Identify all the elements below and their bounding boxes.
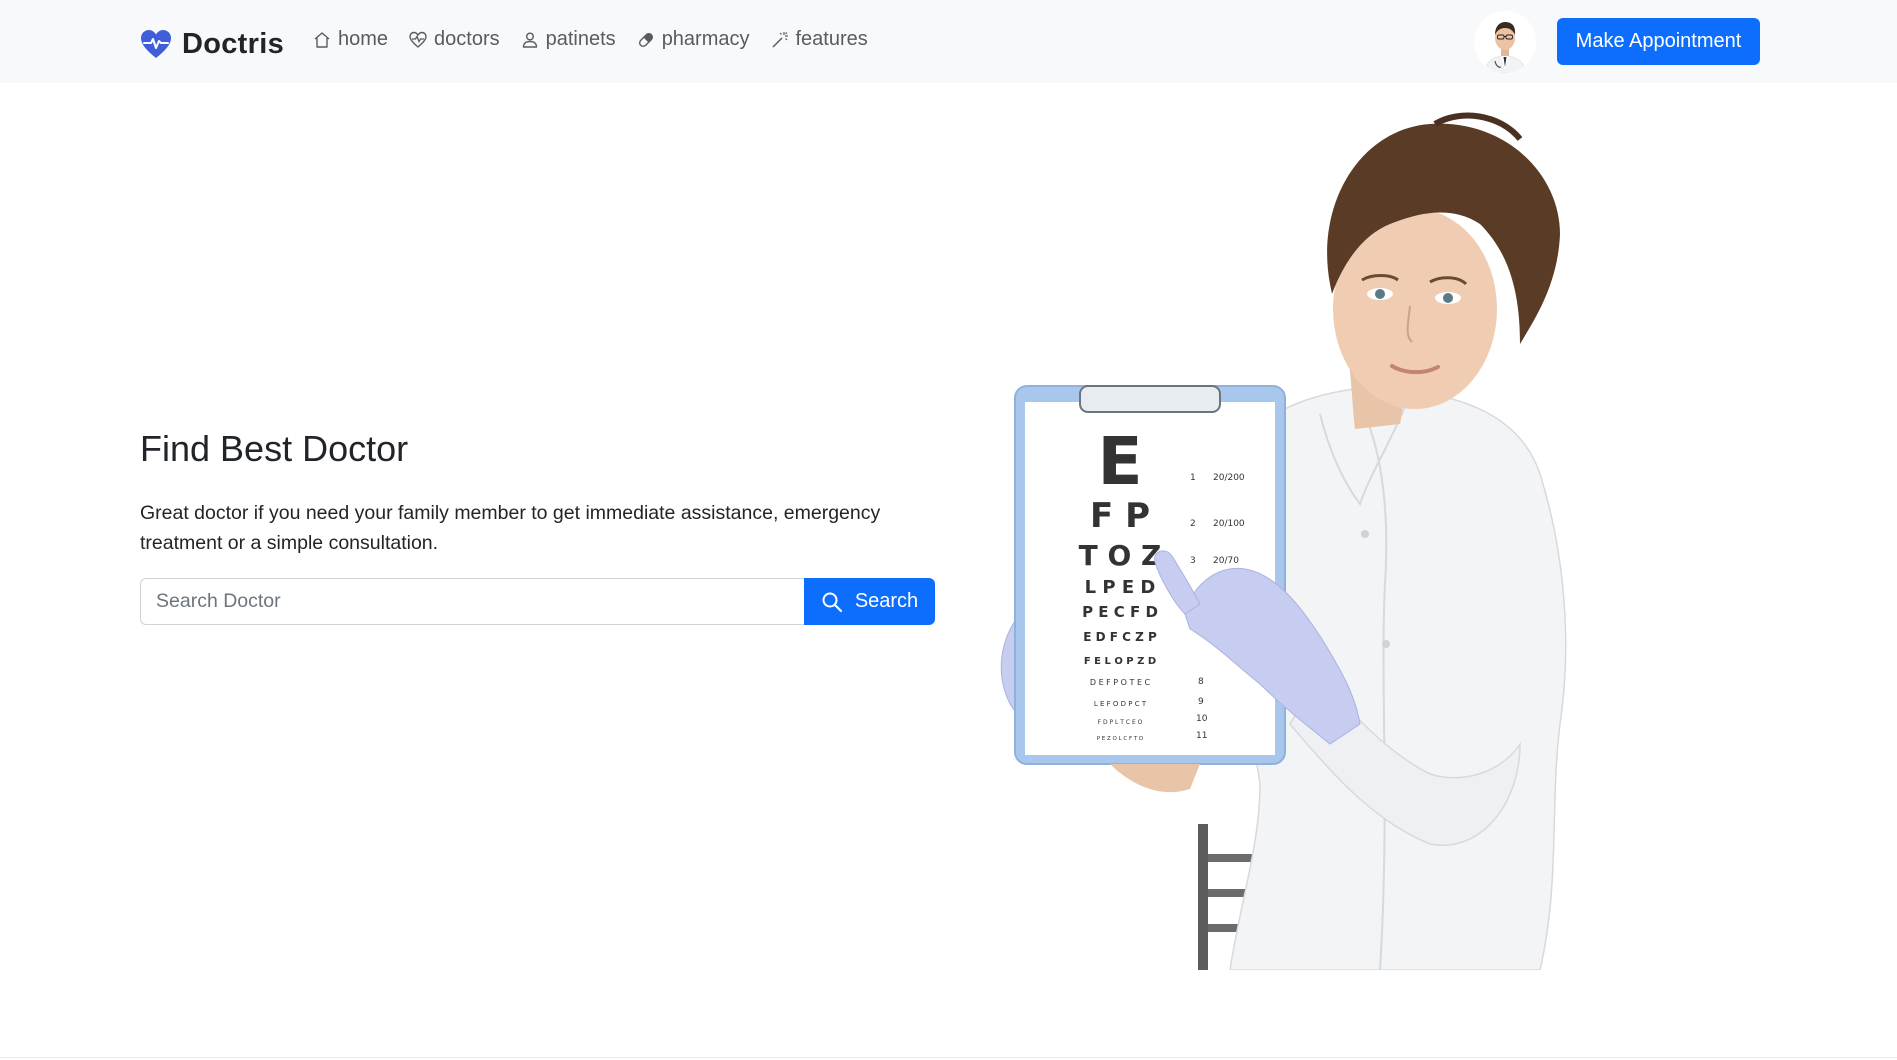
hero-description: Great doctor if you need your family mem… [140, 502, 881, 554]
eye-chart-row: D E F P O T E C [1090, 678, 1151, 687]
eye-chart-row: L E F O D P C T [1094, 700, 1147, 708]
nav-links: home doctors patinets pharmacy features [312, 28, 868, 51]
eye-chart-row: L P E D [1085, 577, 1156, 598]
nav-link-patients[interactable]: patinets [520, 28, 616, 51]
eye-chart-line-number: 3 [1190, 556, 1196, 566]
eye-chart-row: E D F C Z P [1083, 630, 1157, 644]
search-icon [821, 591, 843, 613]
nav-link-label: home [338, 28, 389, 50]
nav-link-label: patinets [545, 28, 616, 50]
section-divider [0, 1057, 1897, 1058]
brand-logo[interactable]: Doctris [140, 26, 284, 62]
home-icon [312, 30, 332, 50]
doctor-search-form: Search [140, 578, 935, 625]
doctor-avatar[interactable] [1474, 11, 1536, 73]
eye-chart-row: F E L O P Z D [1084, 656, 1156, 667]
nav-link-label: features [795, 28, 868, 50]
search-button[interactable]: Search [804, 578, 935, 625]
eye-chart-row: P E C F D [1082, 603, 1158, 621]
search-input[interactable] [140, 578, 804, 625]
eye-chart-line-number: 10 [1196, 714, 1208, 724]
capsule-icon [636, 30, 656, 50]
eye-chart-acuity: 20/200 [1213, 473, 1245, 483]
navbar: Doctris home doctors patinets pharmacy f… [0, 0, 1897, 83]
eye-chart-line-number: 1 [1190, 473, 1196, 483]
person-icon [520, 30, 540, 50]
make-appointment-button[interactable]: Make Appointment [1557, 18, 1760, 65]
nav-link-label: doctors [434, 28, 500, 50]
heart-pulse-icon [408, 30, 428, 50]
nav-link-home[interactable]: home [312, 28, 388, 51]
search-button-label: Search [854, 590, 919, 612]
eye-chart-acuity: 20/70 [1213, 556, 1239, 566]
magic-wand-icon [770, 30, 790, 50]
nav-link-features[interactable]: features [770, 28, 868, 51]
eye-chart-row: P E Z O L C F T D [1097, 736, 1144, 742]
eye-chart-line-number: 2 [1190, 519, 1196, 529]
eye-chart-row: F D P L T C E O [1098, 719, 1143, 726]
nav-link-doctors[interactable]: doctors [408, 28, 500, 51]
brand-name: Doctris [182, 27, 285, 60]
heart-pulse-logo-icon [140, 29, 172, 59]
eye-chart-row: F P [1090, 496, 1150, 536]
eye-chart-acuity: 20/100 [1213, 519, 1245, 529]
eye-chart-row: T O Z [1079, 539, 1162, 572]
eye-chart-line-number: 8 [1198, 677, 1204, 687]
eye-chart-line-number: 11 [1196, 731, 1207, 741]
nav-link-pharmacy[interactable]: pharmacy [636, 28, 750, 51]
eye-chart-row: E [1097, 423, 1142, 500]
eye-chart-line-number: 9 [1198, 697, 1204, 707]
nav-link-label: pharmacy [661, 28, 750, 50]
hero-doctor-image: E F P T O Z L P E D P E C F D E D F C Z … [960, 84, 1720, 970]
hero-title: Find Best Doctor [140, 428, 409, 469]
